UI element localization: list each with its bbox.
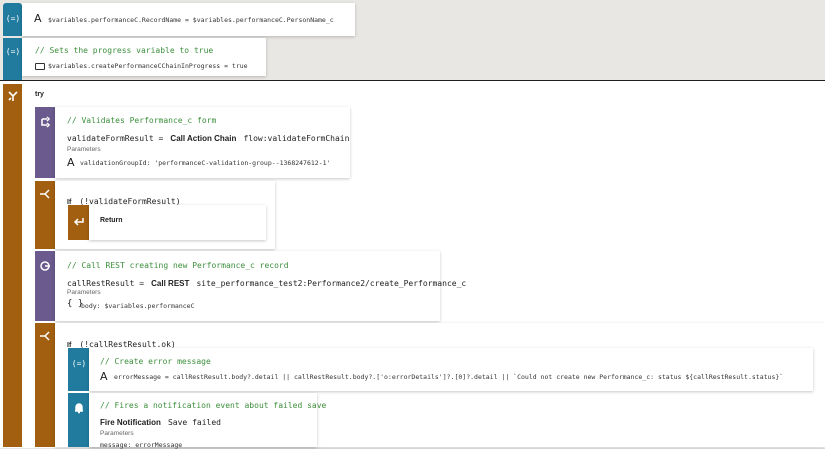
node-comment: // Validates Performance_c form [67, 116, 217, 125]
action-type: Fire Notification [100, 418, 161, 427]
assign-node-tab[interactable]: (=) [3, 3, 22, 36]
fire-notification-node[interactable]: // Fires a notification event about fail… [89, 393, 326, 449]
parameters-label: Parameters [67, 289, 101, 296]
parameter-value: validationGroupId: 'performanceC-validat… [80, 159, 331, 167]
assign-icon: (=) [7, 14, 19, 23]
assign-node-tab[interactable]: (=) [68, 348, 89, 391]
assign-icon: (=) [7, 47, 19, 56]
assign-expression: $variables.createPerformanceCChainInProg… [48, 62, 248, 70]
action-line: callRestResult = Call REST site_performa… [67, 271, 466, 290]
return-label: Return [100, 217, 123, 224]
action-line: Fire Notification Save failed [100, 410, 221, 429]
assign-node[interactable]: // Create error message A errorMessage =… [89, 348, 813, 391]
svg-text:(=): (=) [7, 14, 19, 23]
svg-text:(=): (=) [73, 359, 85, 368]
assign-icon: (=) [73, 359, 85, 368]
node-comment: // Call REST creating new Performance_c … [67, 261, 289, 270]
parameters-label: Parameters [100, 430, 134, 437]
assign-node[interactable]: // Sets the progress variable to true $v… [22, 38, 266, 76]
rest-node-tab[interactable] [35, 251, 55, 321]
boolean-icon [35, 63, 45, 70]
parameter-value: message: errorMessage [100, 441, 183, 449]
parameters-label: Parameters [67, 146, 101, 153]
call-chain-icon [41, 116, 51, 128]
return-node[interactable]: Return [89, 205, 266, 240]
if-icon [40, 331, 50, 341]
action-type: Call Action Chain [170, 134, 237, 143]
action-type: Call REST [151, 279, 190, 288]
action-target: site_performance_test2:Performance2/crea… [196, 279, 467, 288]
return-icon [73, 218, 84, 226]
result-assignment: callRestResult = [67, 279, 145, 288]
string-type-glyph: A [67, 156, 75, 169]
node-comment: // Fires a notification event about fail… [100, 401, 327, 410]
assign-expression: $variables.performanceC.RecordName = $va… [48, 16, 334, 24]
try-node-tab[interactable] [3, 84, 22, 447]
call-chain-node-tab[interactable] [35, 107, 55, 178]
call-rest-node[interactable]: // Call REST creating new Performance_c … [55, 251, 466, 321]
try-icon [7, 91, 18, 101]
node-comment: // Create error message [100, 357, 211, 366]
parameter-value: body: $variables.performanceC [81, 302, 195, 310]
return-node-tab[interactable] [68, 205, 89, 240]
string-type-glyph: A [100, 370, 108, 383]
action-line: validateFormResult = Call Action Chain f… [67, 126, 349, 145]
result-assignment: validateFormResult = [67, 134, 164, 143]
assign-expression: errorMessage = callRestResult.body?.deta… [114, 373, 784, 381]
notification-node-tab[interactable] [68, 393, 89, 447]
node-comment: // Sets the progress variable to true [35, 46, 214, 55]
expression-glyph: A [34, 12, 42, 25]
assign-node-tab[interactable]: (=) [3, 38, 22, 80]
if-node-tab[interactable] [35, 323, 55, 447]
svg-text:(=): (=) [7, 47, 19, 56]
action-target: flow:validateFormChain [243, 134, 350, 143]
bell-icon [74, 403, 83, 414]
assign-node[interactable]: A $variables.performanceC.RecordName = $… [22, 3, 355, 36]
if-icon [40, 189, 50, 199]
call-action-chain-node[interactable]: // Validates Performance_c form validate… [55, 107, 350, 178]
rest-icon [40, 261, 50, 271]
notification-summary: Save failed [167, 418, 221, 427]
try-label: try [35, 91, 44, 98]
if-node-tab[interactable] [35, 181, 55, 249]
